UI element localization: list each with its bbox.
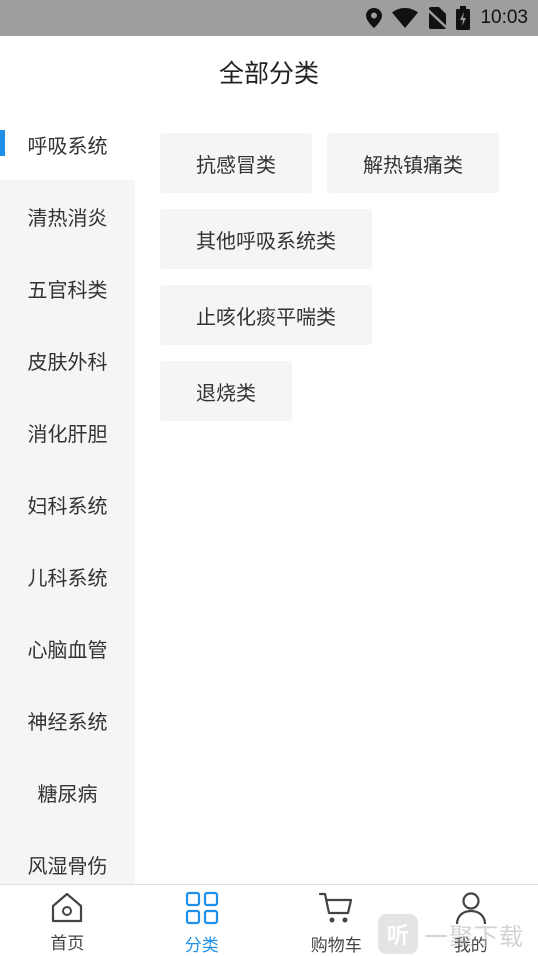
nav-profile-label: 我的	[453, 936, 488, 956]
home-icon	[50, 891, 84, 927]
sidebar-item-digestive[interactable]: 消化肝胆	[0, 396, 135, 468]
subcategory-cough-phlegm-asthma[interactable]: 止咳化痰平喘类	[160, 285, 372, 345]
no-sim-icon	[428, 7, 447, 29]
sidebar-item-neuro[interactable]: 神经系统	[0, 684, 135, 756]
subcategory-fever-reducer[interactable]: 退烧类	[160, 361, 292, 421]
sidebar-item-label: 风湿骨伤	[27, 853, 108, 878]
nav-category[interactable]: 分类	[135, 885, 270, 956]
category-grid-icon	[185, 891, 219, 929]
sidebar-item-dermatology[interactable]: 皮肤外科	[0, 324, 135, 396]
sidebar-item-label: 消化肝胆	[27, 421, 108, 446]
sidebar-item-label: 神经系统	[27, 709, 108, 734]
sidebar-item-heat-clearing[interactable]: 清热消炎	[0, 180, 135, 252]
status-icons: 10:03	[366, 0, 528, 36]
wifi-icon	[392, 8, 419, 28]
status-bar: 10:03	[0, 0, 538, 36]
nav-home[interactable]: 首页	[0, 885, 135, 956]
sidebar-item-pediatrics[interactable]: 儿科系统	[0, 540, 135, 612]
sidebar-item-ent[interactable]: 五官科类	[0, 252, 135, 324]
nav-cart[interactable]: 购物车	[269, 885, 404, 956]
subcategory-grid: 抗感冒类 解热镇痛类 其他呼吸系统类 止咳化痰平喘类 退烧类	[160, 133, 520, 437]
sidebar-item-label: 皮肤外科	[27, 349, 108, 374]
category-sidebar: 呼吸系统 清热消炎 五官科类 皮肤外科 消化肝胆 妇科系统 儿科系统 心脑血管 …	[0, 108, 135, 884]
sidebar-item-label: 呼吸系统	[27, 133, 108, 158]
subcategory-cold[interactable]: 抗感冒类	[160, 133, 312, 193]
sidebar-item-label: 心脑血管	[27, 637, 108, 662]
sidebar-item-diabetes[interactable]: 糖尿病	[0, 756, 135, 828]
location-icon	[366, 8, 383, 28]
nav-cart-label: 购物车	[310, 936, 362, 956]
bottom-nav: 首页 分类 购物车 我的	[0, 884, 538, 956]
subcategory-row: 抗感冒类 解热镇痛类	[160, 133, 520, 193]
sidebar-item-label: 五官科类	[27, 277, 108, 302]
sidebar-item-label: 妇科系统	[27, 493, 108, 518]
nav-home-label: 首页	[50, 934, 85, 954]
subcategory-antipyretic-analgesic[interactable]: 解热镇痛类	[327, 133, 499, 193]
clock-time: 10:03	[480, 7, 528, 28]
cart-icon	[318, 891, 354, 929]
subcategory-row: 退烧类	[160, 361, 520, 421]
sidebar-item-cardio[interactable]: 心脑血管	[0, 612, 135, 684]
subcategory-row: 止咳化痰平喘类	[160, 285, 520, 345]
sidebar-item-rheumatism[interactable]: 风湿骨伤	[0, 828, 135, 884]
subcategory-row: 其他呼吸系统类	[160, 209, 520, 269]
sidebar-item-label: 清热消炎	[27, 205, 108, 230]
page-title: 全部分类	[218, 59, 319, 88]
page-header: 全部分类	[0, 36, 538, 108]
subcategory-other-respiratory[interactable]: 其他呼吸系统类	[160, 209, 372, 269]
user-icon	[454, 891, 488, 929]
battery-icon	[456, 6, 471, 30]
sidebar-item-label: 糖尿病	[37, 781, 98, 806]
sidebar-item-label: 儿科系统	[27, 565, 108, 590]
nav-profile[interactable]: 我的	[404, 885, 538, 956]
sidebar-item-respiratory[interactable]: 呼吸系统	[0, 108, 135, 180]
sidebar-item-gynecology[interactable]: 妇科系统	[0, 468, 135, 540]
nav-category-label: 分类	[184, 936, 219, 956]
